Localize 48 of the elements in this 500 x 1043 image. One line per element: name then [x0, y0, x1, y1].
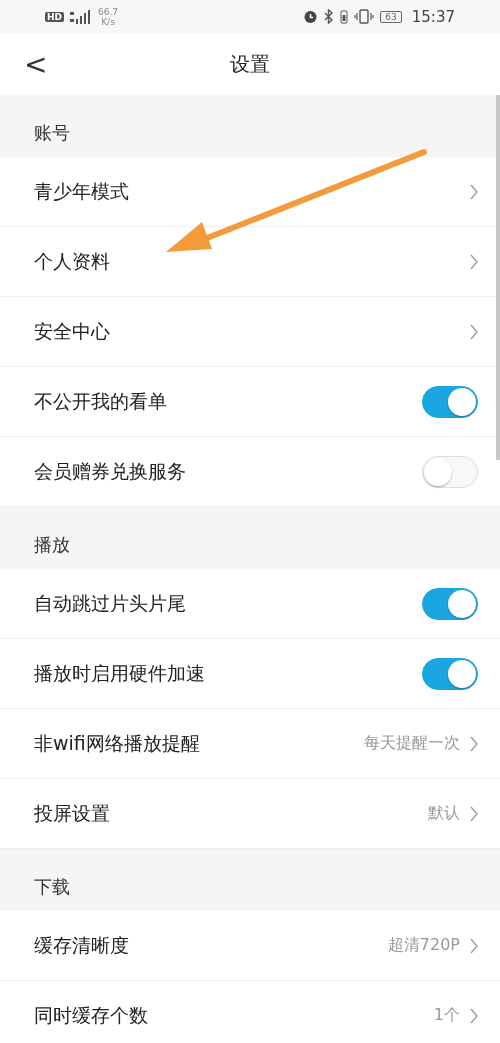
- settings-row[interactable]: 会员赠券兑换服务: [0, 437, 500, 507]
- settings-row[interactable]: 同时缓存个数 1个: [0, 981, 500, 1043]
- section-title: 下载: [34, 875, 70, 899]
- setting-label: 不公开我的看单: [34, 388, 168, 414]
- chevron-icon: [470, 735, 478, 752]
- toggle-switch[interactable]: [422, 385, 478, 418]
- bluetooth-icon: [324, 9, 335, 24]
- chevron-icon: [470, 937, 478, 954]
- settings-row[interactable]: 投屏设置 默认: [0, 779, 500, 849]
- setting-label: 非wifi网络播放提醒: [34, 730, 201, 756]
- section-title: 播放: [34, 533, 70, 557]
- scrollbar[interactable]: [496, 95, 500, 460]
- settings-row[interactable]: 缓存清晰度 超清720P: [0, 911, 500, 981]
- battery-indicator: 63: [380, 10, 402, 23]
- setting-label: 投屏设置: [34, 800, 111, 826]
- setting-label: 自动跳过片头片尾: [34, 590, 187, 616]
- setting-value: 每天提醒一次: [364, 733, 460, 754]
- setting-label: 青少年模式: [34, 178, 130, 204]
- section-title: 账号: [34, 121, 70, 145]
- chevron-icon: [470, 253, 478, 270]
- vibrate-icon: [354, 9, 375, 24]
- toggle-switch[interactable]: [422, 657, 478, 690]
- clock: 15:37: [411, 7, 455, 26]
- setting-label: 个人资料: [34, 248, 111, 274]
- settings-row[interactable]: 播放时启用硬件加速: [0, 639, 500, 709]
- phone-battery-icon: [340, 9, 349, 24]
- chevron-icon: [470, 805, 478, 822]
- setting-value: 默认: [428, 803, 460, 824]
- setting-value: 1个: [433, 1005, 460, 1026]
- setting-label: 会员赠券兑换服务: [34, 458, 187, 484]
- settings-row[interactable]: 自动跳过片头片尾: [0, 569, 500, 639]
- signal-icon: [70, 9, 92, 24]
- setting-label: 缓存清晰度: [34, 932, 130, 958]
- settings-row[interactable]: 非wifi网络播放提醒 每天提醒一次: [0, 709, 500, 779]
- back-button[interactable]: <: [20, 47, 52, 81]
- chevron-icon: [470, 183, 478, 200]
- chevron-icon: [470, 1007, 478, 1024]
- network-speed: 66.7: [98, 6, 119, 17]
- page-title: 设置: [230, 50, 270, 78]
- setting-label: 同时缓存个数: [34, 1002, 149, 1028]
- setting-label: 安全中心: [34, 318, 111, 344]
- chevron-icon: [470, 323, 478, 340]
- setting-label: 播放时启用硬件加速: [34, 660, 206, 686]
- alarm-icon: [303, 9, 319, 24]
- setting-value: 超清720P: [387, 935, 460, 956]
- hd-badge: HD: [45, 11, 64, 22]
- speed-unit: K/s: [101, 16, 115, 27]
- toggle-switch[interactable]: [422, 587, 478, 620]
